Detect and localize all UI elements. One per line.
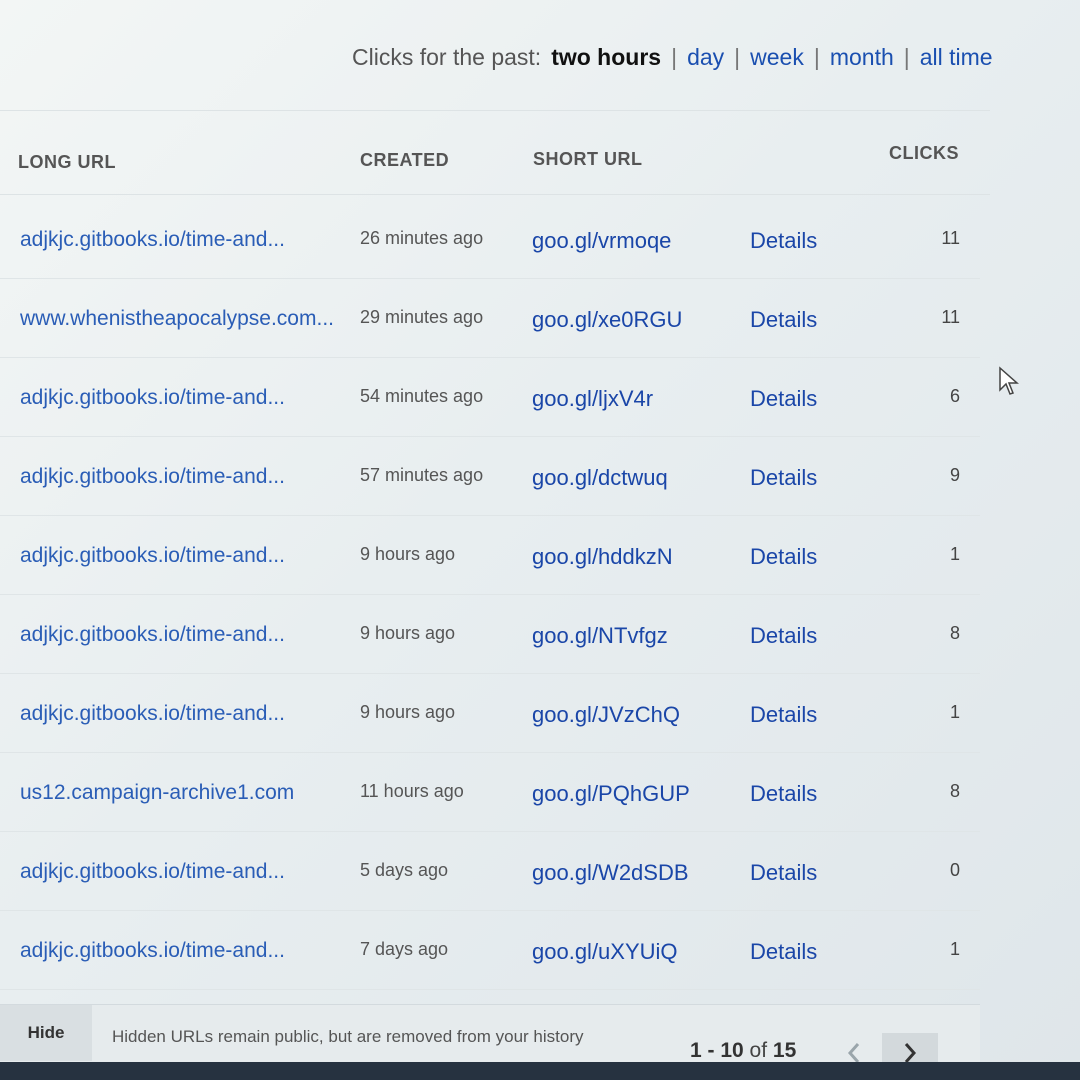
details-link[interactable]: Details [750, 228, 817, 254]
click-count: 11 [941, 228, 960, 248]
table-row: adjkjc.gitbooks.io/time-and... 54 minute… [0, 358, 980, 437]
created-time: 9 hours ago [360, 702, 456, 722]
short-url-link[interactable]: goo.gl/NTvfgz [532, 623, 668, 649]
details-link[interactable]: Details [750, 781, 817, 807]
table-header: LONG URL CREATED SHORT URL CLICKS [0, 140, 980, 180]
filter-week-link[interactable]: week [750, 44, 804, 71]
long-url-link[interactable]: www.whenistheapocalypse.com... [20, 307, 334, 331]
long-url-link[interactable]: adjkjc.gitbooks.io/time-and... [20, 228, 285, 252]
screen-bottom-bezel [0, 1062, 1080, 1080]
filter-current-two-hours[interactable]: two hours [551, 44, 661, 71]
long-url-link[interactable]: adjkjc.gitbooks.io/time-and... [20, 465, 285, 489]
click-count: 8 [949, 781, 960, 801]
long-url-link[interactable]: us12.campaign-archive1.com [20, 781, 294, 805]
created-time: 5 days ago [360, 860, 449, 880]
filter-separator: | [734, 44, 741, 70]
details-link[interactable]: Details [750, 465, 817, 491]
long-url-link[interactable]: adjkjc.gitbooks.io/time-and... [20, 386, 285, 410]
filter-all-time-link[interactable]: all time [920, 44, 993, 71]
details-link[interactable]: Details [750, 386, 817, 412]
table-row: adjkjc.gitbooks.io/time-and... 7 days ag… [0, 911, 980, 990]
details-link[interactable]: Details [750, 702, 817, 728]
details-link[interactable]: Details [750, 939, 817, 965]
click-count: 1 [949, 702, 960, 722]
header-divider [0, 194, 990, 195]
long-url-link[interactable]: adjkjc.gitbooks.io/time-and... [20, 544, 285, 568]
short-url-link[interactable]: goo.gl/uXYUiQ [532, 939, 678, 965]
click-count: 8 [949, 623, 960, 643]
table-row: adjkjc.gitbooks.io/time-and... 9 hours a… [0, 595, 980, 674]
created-time: 29 minutes ago [360, 307, 484, 327]
header-clicks: CLICKS [889, 143, 959, 163]
created-time: 9 hours ago [360, 544, 456, 564]
details-link[interactable]: Details [750, 544, 817, 570]
filter-separator: | [813, 44, 820, 70]
created-time: 54 minutes ago [360, 386, 484, 406]
short-url-link[interactable]: goo.gl/W2dSDB [532, 860, 689, 886]
created-time: 11 hours ago [360, 781, 464, 801]
click-count: 1 [949, 939, 960, 959]
long-url-link[interactable]: adjkjc.gitbooks.io/time-and... [20, 623, 285, 647]
click-count: 11 [941, 307, 960, 327]
table-row: adjkjc.gitbooks.io/time-and... 5 days ag… [0, 832, 980, 911]
details-link[interactable]: Details [750, 623, 817, 649]
header-short-url: SHORT URL [533, 149, 643, 169]
filter-separator: | [671, 44, 678, 70]
pagination-range: 1 - 10 of 15 [690, 1039, 796, 1063]
long-url-link[interactable]: adjkjc.gitbooks.io/time-and... [20, 939, 285, 963]
short-url-link[interactable]: goo.gl/PQhGUP [532, 781, 690, 807]
short-url-link[interactable]: goo.gl/ljxV4r [532, 386, 653, 412]
created-time: 7 days ago [360, 939, 449, 959]
filter-prefix: Clicks for the past: [352, 44, 542, 70]
table-row: adjkjc.gitbooks.io/time-and... 9 hours a… [0, 516, 980, 595]
table-row: www.whenistheapocalypse.com... 29 minute… [0, 279, 980, 358]
header-created: CREATED [360, 150, 450, 170]
pagination-of: of [749, 1039, 768, 1062]
click-count: 0 [949, 860, 960, 880]
click-count: 1 [949, 544, 960, 564]
long-url-link[interactable]: adjkjc.gitbooks.io/time-and... [20, 860, 285, 884]
long-url-link[interactable]: adjkjc.gitbooks.io/time-and... [20, 702, 285, 726]
table-row: adjkjc.gitbooks.io/time-and... 9 hours a… [0, 674, 980, 753]
pagination-total: 15 [772, 1039, 797, 1062]
click-count: 9 [949, 465, 960, 485]
top-divider [0, 110, 990, 111]
time-filter-bar: Clicks for the past: two hours | day | w… [352, 44, 993, 71]
table-row: us12.campaign-archive1.com 11 hours ago … [0, 753, 980, 832]
filter-separator: | [903, 44, 910, 70]
short-url-link[interactable]: goo.gl/hddkzN [532, 544, 673, 570]
short-url-link[interactable]: goo.gl/JVzChQ [532, 702, 680, 728]
short-url-link[interactable]: goo.gl/xe0RGU [532, 307, 682, 333]
short-url-link[interactable]: goo.gl/dctwuq [532, 465, 668, 491]
click-count: 6 [949, 386, 960, 406]
details-link[interactable]: Details [750, 307, 817, 333]
hidden-urls-note: Hidden URLs remain public, but are remov… [112, 1027, 584, 1046]
created-time: 9 hours ago [360, 623, 456, 643]
table-footer: Hide Hidden URLs remain public, but are … [0, 1004, 980, 1073]
table-row: adjkjc.gitbooks.io/time-and... 57 minute… [0, 437, 980, 516]
created-time: 57 minutes ago [360, 465, 484, 485]
pagination-current-range: 1 - 10 [690, 1039, 744, 1062]
mouse-pointer-icon [999, 366, 1019, 395]
hide-button[interactable]: Hide [0, 1005, 92, 1061]
filter-month-link[interactable]: month [830, 44, 894, 71]
table-row: adjkjc.gitbooks.io/time-and... 26 minute… [0, 200, 980, 279]
created-time: 26 minutes ago [360, 228, 484, 248]
short-url-link[interactable]: goo.gl/vrmoqe [532, 228, 671, 254]
url-table-body: adjkjc.gitbooks.io/time-and... 26 minute… [0, 200, 980, 990]
details-link[interactable]: Details [750, 860, 817, 886]
filter-day-link[interactable]: day [687, 44, 724, 71]
header-long-url: LONG URL [18, 152, 116, 172]
